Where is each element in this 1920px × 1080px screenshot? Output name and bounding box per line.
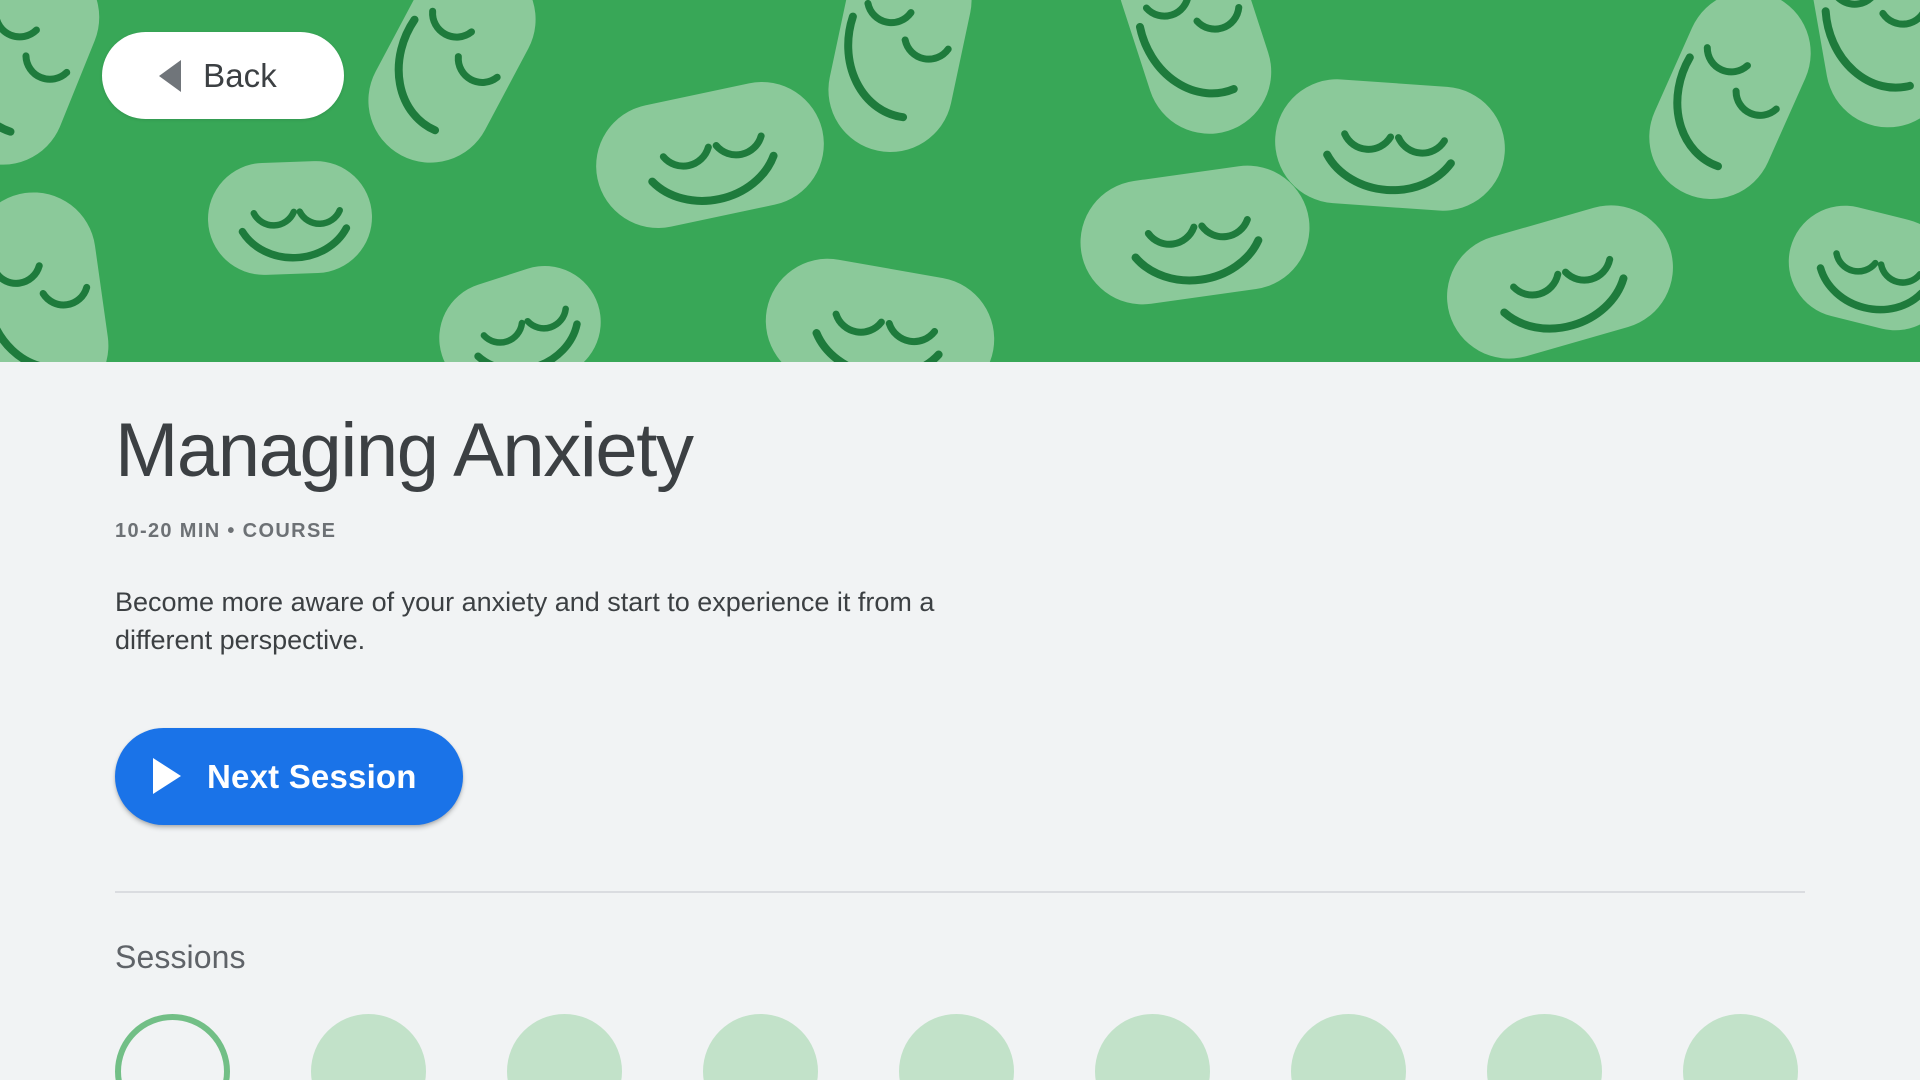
session-item-1[interactable]	[115, 1013, 230, 1080]
course-meta: 10-20 MIN • COURSE	[115, 520, 337, 543]
course-description: Become more aware of your anxiety and st…	[115, 587, 935, 656]
triangle-left-icon	[159, 59, 182, 92]
session-item-6[interactable]	[1095, 1013, 1210, 1080]
session-item-9[interactable]	[1683, 1013, 1798, 1080]
section-divider	[115, 890, 1805, 893]
session-item-8[interactable]	[1487, 1013, 1602, 1080]
page-title: Managing Anxiety	[115, 408, 694, 493]
next-session-label: Next Session	[207, 757, 417, 795]
back-button[interactable]: Back	[102, 32, 344, 119]
session-item-3[interactable]	[507, 1013, 622, 1080]
session-item-4[interactable]	[703, 1013, 818, 1080]
session-item-2[interactable]	[311, 1013, 426, 1080]
course-detail-content: Managing Anxiety 10-20 MIN • COURSE Beco…	[0, 408, 1920, 1080]
session-item-5[interactable]	[899, 1013, 1014, 1080]
sessions-list	[115, 1013, 1805, 1080]
hero-banner: Back	[0, 0, 1920, 362]
session-item-7[interactable]	[1291, 1013, 1406, 1080]
back-button-label: Back	[203, 57, 277, 94]
sessions-heading: Sessions	[115, 938, 246, 975]
next-session-button[interactable]: Next Session	[115, 727, 463, 825]
play-icon	[153, 758, 181, 795]
